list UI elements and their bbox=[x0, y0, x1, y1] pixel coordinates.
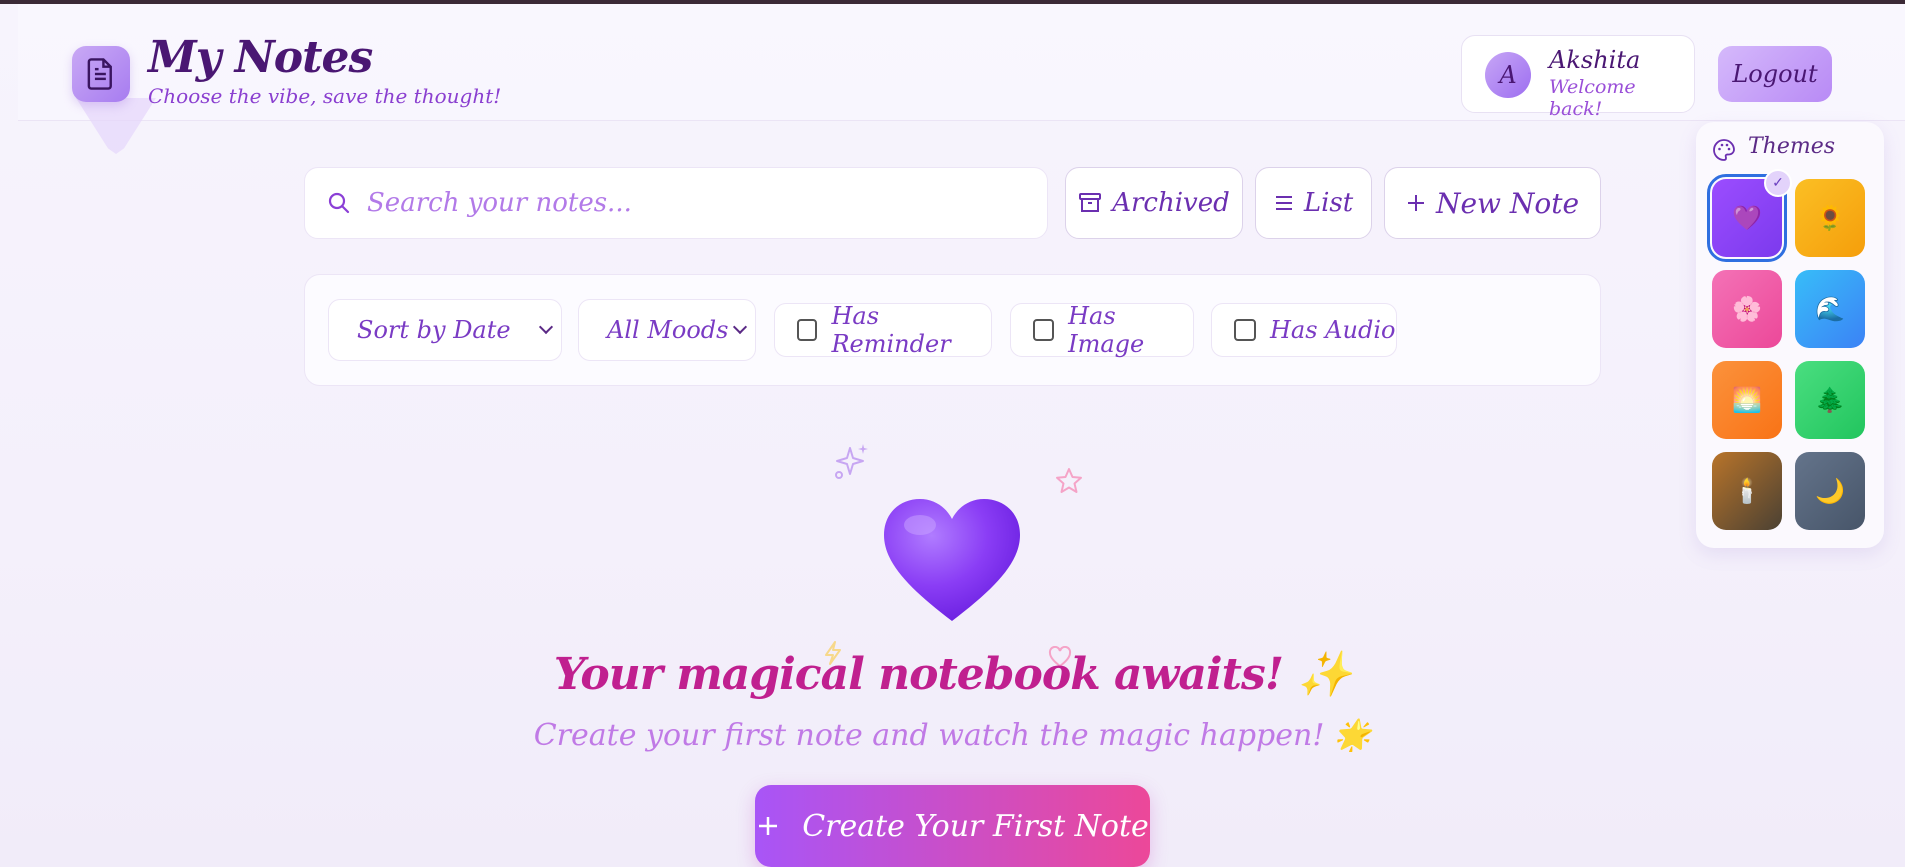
theme-swatch-7[interactable]: 🕯️ bbox=[1712, 452, 1782, 530]
search-bar bbox=[304, 167, 1048, 239]
user-welcome: Welcome back! bbox=[1549, 76, 1636, 120]
archived-button[interactable]: Archived bbox=[1065, 167, 1243, 239]
logo-decoration bbox=[76, 98, 156, 154]
empty-state-subtitle: Create your first note and watch the mag… bbox=[533, 718, 1372, 753]
has-image-filter[interactable]: Has Image bbox=[1010, 302, 1194, 358]
has-image-label: Has Image bbox=[1068, 302, 1145, 358]
sort-select[interactable]: Sort by Date bbox=[328, 299, 562, 361]
sparkles-icon bbox=[835, 444, 868, 479]
search-input[interactable] bbox=[367, 188, 1007, 218]
theme-emoji: 🌅 bbox=[1732, 386, 1762, 414]
document-icon bbox=[87, 58, 112, 90]
chevron-down-icon bbox=[538, 319, 554, 335]
theme-emoji: 💜 bbox=[1732, 204, 1762, 232]
has-image-checkbox[interactable] bbox=[1033, 319, 1055, 341]
mood-select-value: All Moods bbox=[607, 316, 729, 344]
sort-select-value: Sort by Date bbox=[357, 316, 511, 344]
theme-swatch-4[interactable]: 🌊 bbox=[1795, 270, 1865, 348]
has-reminder-filter[interactable]: Has Reminder bbox=[774, 302, 992, 358]
app-title: My Notes bbox=[148, 32, 373, 83]
empty-state-title: Your magical notebook awaits! ✨ bbox=[553, 649, 1352, 700]
theme-swatch-8[interactable]: 🌙 bbox=[1795, 452, 1865, 530]
list-view-button[interactable]: List bbox=[1255, 167, 1372, 239]
filters-panel: Sort by Date All Moods Has Reminder Has … bbox=[304, 274, 1601, 386]
search-icon bbox=[328, 192, 350, 214]
plus-icon bbox=[1407, 195, 1424, 211]
theme-emoji: 🌊 bbox=[1815, 295, 1845, 323]
chevron-down-icon bbox=[732, 319, 748, 335]
theme-swatch-6[interactable]: 🌲 bbox=[1795, 361, 1865, 439]
themes-panel: Themes 💜 ✓ 🌻 🌸 🌊 🌅 🌲 🕯️ 🌙 bbox=[1696, 122, 1884, 548]
user-card: A Akshita Welcome back! bbox=[1461, 35, 1695, 120]
create-first-note-button[interactable]: Create Your First Note bbox=[755, 785, 1150, 867]
logo-icon bbox=[72, 46, 130, 102]
big-heart-icon bbox=[884, 499, 1020, 621]
list-icon bbox=[1275, 196, 1292, 210]
theme-swatch-2[interactable]: 🌻 bbox=[1795, 179, 1865, 257]
palette-icon bbox=[1713, 139, 1735, 161]
themes-title: Themes bbox=[1748, 134, 1836, 159]
check-icon: ✓ bbox=[1764, 169, 1792, 197]
app-subtitle: Choose the vibe, save the thought! bbox=[148, 84, 502, 108]
theme-swatch-5[interactable]: 🌅 bbox=[1712, 361, 1782, 439]
archived-label: Archived bbox=[1112, 188, 1230, 218]
has-reminder-checkbox[interactable] bbox=[797, 319, 818, 341]
theme-emoji: 🌻 bbox=[1815, 204, 1845, 232]
theme-emoji: 🌸 bbox=[1732, 295, 1762, 323]
theme-emoji: 🌙 bbox=[1815, 477, 1845, 505]
mood-select[interactable]: All Moods bbox=[578, 299, 756, 361]
new-note-button[interactable]: New Note bbox=[1384, 167, 1601, 239]
create-first-note-label: Create Your First Note bbox=[802, 808, 1149, 844]
list-label: List bbox=[1303, 188, 1354, 218]
has-audio-label: Has Audio bbox=[1270, 316, 1396, 344]
has-reminder-label: Has Reminder bbox=[831, 302, 951, 358]
theme-emoji: 🌲 bbox=[1815, 386, 1845, 414]
new-note-label: New Note bbox=[1435, 186, 1580, 220]
archive-icon bbox=[1079, 193, 1102, 212]
has-audio-checkbox[interactable] bbox=[1234, 319, 1256, 341]
plus-icon bbox=[759, 817, 778, 835]
star-icon bbox=[1056, 468, 1082, 493]
theme-emoji: 🕯️ bbox=[1732, 477, 1762, 505]
theme-swatch-3[interactable]: 🌸 bbox=[1712, 270, 1782, 348]
user-name: Akshita bbox=[1549, 46, 1641, 74]
has-audio-filter[interactable]: Has Audio bbox=[1211, 303, 1397, 357]
avatar: A bbox=[1485, 52, 1531, 98]
logout-button[interactable]: Logout bbox=[1718, 46, 1832, 102]
